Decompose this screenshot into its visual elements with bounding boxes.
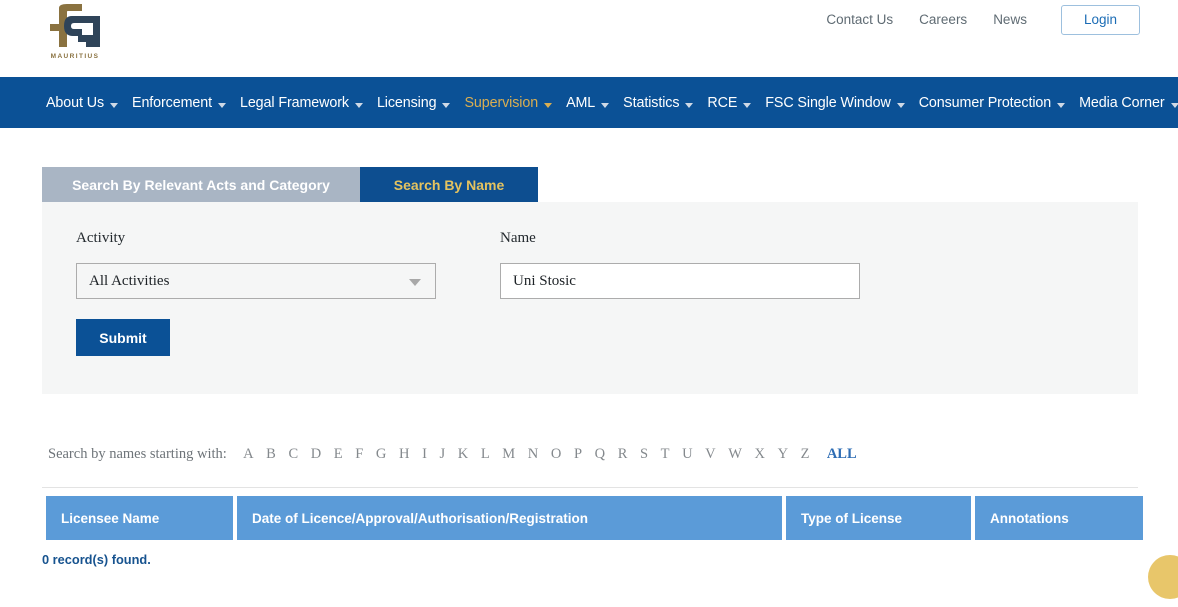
alpha-letter-h[interactable]: H (399, 446, 409, 463)
nav-item-supervision[interactable]: Supervision (464, 94, 553, 111)
utility-link-careers[interactable]: Careers (919, 12, 967, 27)
nav-label: Licensing (376, 94, 437, 111)
chevron-down-icon (217, 103, 226, 108)
alpha-letter-t[interactable]: T (661, 446, 670, 463)
alpha-letter-o[interactable]: O (551, 446, 561, 463)
chevron-down-icon (110, 103, 119, 108)
activity-selected-value: All Activities (89, 272, 170, 289)
alpha-letter-q[interactable]: Q (595, 446, 605, 463)
alpha-letter-s[interactable]: S (640, 446, 648, 463)
nav-label: FSC Single Window (765, 94, 891, 111)
results-divider (42, 487, 1138, 488)
nav-item-media-corner[interactable]: Media Corner (1079, 95, 1178, 111)
chevron-down-icon (601, 103, 610, 108)
nav-item-about-us[interactable]: About Us (46, 94, 119, 111)
chevron-down-icon (544, 103, 553, 108)
activity-select[interactable]: All Activities (76, 263, 436, 299)
results-table-header: Licensee Name Date of Licence/Approval/A… (46, 496, 1178, 540)
tab-search-by-acts-and-category[interactable]: Search By Relevant Acts and Category (42, 167, 360, 202)
nav-label: Legal Framework (239, 94, 349, 111)
name-field-group: Name (500, 230, 860, 299)
chevron-down-icon (354, 103, 363, 108)
chevron-down-icon (409, 279, 421, 286)
nav-item-legal-framework[interactable]: Legal Framework (240, 95, 363, 111)
nav-item-aml[interactable]: AML (566, 94, 610, 111)
site-header: MAURITIUS Contact Us Careers News Login (0, 0, 1178, 77)
record-count-text: 0 record(s) found. (42, 552, 151, 567)
nav-item-statistics[interactable]: Statistics (623, 94, 694, 111)
nav-label: Statistics (623, 94, 680, 111)
alpha-letter-i[interactable]: I (422, 446, 427, 463)
alpha-letter-g[interactable]: G (376, 446, 386, 463)
alpha-letter-f[interactable]: F (355, 446, 363, 463)
chevron-down-icon (743, 103, 752, 108)
fsc-logo[interactable]: MAURITIUS (42, 2, 108, 66)
alpha-letter-v[interactable]: V (705, 446, 715, 463)
nav-label: Consumer Protection (918, 94, 1052, 111)
chevron-down-icon (1170, 103, 1178, 108)
nav-label: Supervision (464, 94, 539, 111)
nav-item-fsc-single-window[interactable]: FSC Single Window (765, 94, 905, 111)
nav-item-rce[interactable]: RCE (707, 94, 752, 111)
form-fields-row: Activity All Activities Name (76, 230, 1104, 299)
main-navigation: About Us Enforcement Legal Framework Lic… (0, 77, 1178, 128)
alpha-letter-u[interactable]: U (682, 446, 692, 463)
logo-wordmark: MAURITIUS (50, 53, 100, 60)
nav-item-consumer-protection[interactable]: Consumer Protection (918, 94, 1066, 111)
alpha-letter-d[interactable]: D (311, 446, 321, 463)
alpha-letter-w[interactable]: W (728, 446, 742, 463)
alpha-letter-j[interactable]: J (440, 446, 446, 463)
activity-label: Activity (76, 230, 126, 246)
alpha-letter-x[interactable]: X (755, 446, 765, 463)
chevron-down-icon (1057, 103, 1066, 108)
alphabet-filter: Search by names starting with: A B C D E… (48, 446, 1178, 463)
utility-link-contact-us[interactable]: Contact Us (826, 12, 893, 27)
alpha-letter-z[interactable]: Z (801, 446, 810, 463)
alpha-letter-a[interactable]: A (243, 446, 253, 463)
alpha-letter-b[interactable]: B (266, 446, 276, 463)
search-mode-tabs: Search By Relevant Acts and Category Sea… (42, 167, 1138, 202)
nav-label: Media Corner (1079, 94, 1165, 111)
alpha-letter-n[interactable]: N (528, 446, 538, 463)
column-header-type-of-license[interactable]: Type of License (786, 496, 971, 540)
fsc-logo-icon (50, 4, 100, 47)
name-input[interactable] (500, 263, 860, 299)
alpha-letter-c[interactable]: C (288, 446, 298, 463)
column-header-date[interactable]: Date of Licence/Approval/Authorisation/R… (237, 496, 782, 540)
alpha-letter-e[interactable]: E (334, 446, 343, 463)
utility-link-news[interactable]: News (993, 12, 1027, 27)
alpha-letter-m[interactable]: M (502, 446, 515, 463)
chevron-down-icon (896, 103, 905, 108)
nav-label: About Us (46, 94, 105, 111)
chevron-down-icon (442, 103, 451, 108)
tab-search-by-name[interactable]: Search By Name (360, 167, 538, 202)
alpha-letter-all[interactable]: ALL (827, 446, 857, 463)
alpha-letter-k[interactable]: K (458, 446, 468, 463)
nav-label: RCE (707, 94, 738, 111)
chat-bubble-icon[interactable] (1148, 555, 1178, 599)
alpha-letter-p[interactable]: P (574, 446, 582, 463)
column-header-licensee-name[interactable]: Licensee Name (46, 496, 233, 540)
nav-item-licensing[interactable]: Licensing (377, 95, 451, 111)
search-form-panel: Activity All Activities Name Submit (42, 202, 1138, 394)
alphabet-filter-label: Search by names starting with: (48, 446, 227, 462)
nav-item-enforcement[interactable]: Enforcement (132, 95, 226, 111)
alpha-letter-l[interactable]: L (481, 446, 490, 463)
utility-nav: Contact Us Careers News Login (826, 5, 1140, 35)
nav-label: Enforcement (132, 94, 212, 111)
activity-field-group: Activity All Activities (76, 230, 468, 299)
alpha-letter-y[interactable]: Y (778, 446, 788, 463)
column-header-annotations[interactable]: Annotations (975, 496, 1143, 540)
nav-label: AML (566, 94, 596, 111)
login-button[interactable]: Login (1060, 5, 1140, 35)
submit-button[interactable]: Submit (76, 319, 170, 356)
name-label: Name (500, 230, 536, 246)
chevron-down-icon (685, 103, 694, 108)
alpha-letter-r[interactable]: R (618, 446, 628, 463)
